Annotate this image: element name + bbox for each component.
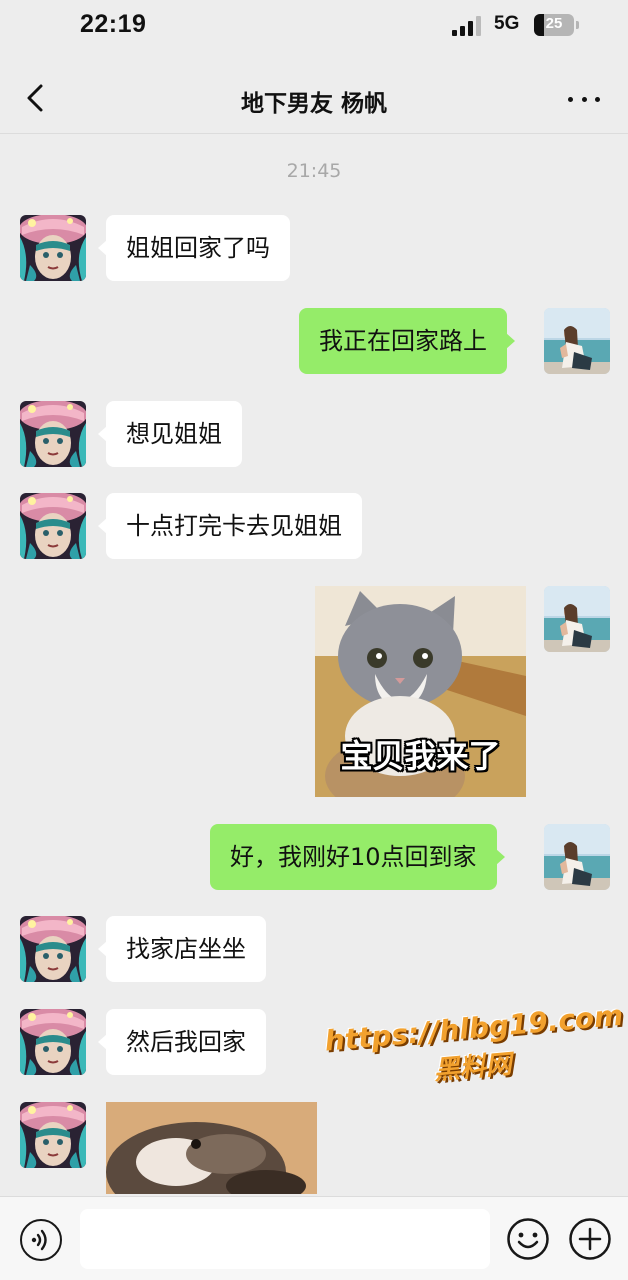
- voice-button[interactable]: [20, 1219, 62, 1261]
- network-label: 5G: [494, 13, 520, 34]
- chat-timestamp: 21:45: [286, 160, 342, 182]
- message-input[interactable]: [80, 1209, 490, 1269]
- battery-icon: 25: [534, 14, 574, 36]
- voice-icon: [31, 1229, 47, 1251]
- more-dots-icon: [568, 96, 573, 102]
- battery-level: 25: [545, 15, 563, 32]
- contact-avatar[interactable]: [20, 916, 86, 982]
- contact-avatar[interactable]: [20, 493, 86, 559]
- message-bubble-outgoing[interactable]: 我正在回家路上: [299, 308, 515, 374]
- message-bubble-incoming[interactable]: 找家店坐坐: [98, 916, 266, 982]
- plus-button[interactable]: [568, 1217, 612, 1261]
- message-bubble-outgoing[interactable]: 好，我刚好10点回到家: [210, 824, 505, 890]
- signal-icon: [452, 16, 482, 36]
- status-time: 22:19: [80, 10, 147, 38]
- watermark: https://hlbg19.com 黑料网: [323, 999, 624, 1096]
- sticker-caption: 宝贝我来了: [340, 737, 501, 775]
- contact-avatar[interactable]: [20, 401, 86, 467]
- emoji-icon: [507, 1218, 549, 1260]
- hamster-photo: [106, 1102, 317, 1194]
- message-bubble-incoming[interactable]: 想见姐姐: [98, 401, 242, 467]
- plus-icon: [569, 1218, 611, 1260]
- status-bar: 22:19 5G 25: [0, 0, 628, 52]
- battery-tip: [576, 21, 579, 29]
- more-button[interactable]: [562, 84, 606, 114]
- my-avatar[interactable]: [544, 824, 610, 890]
- sticker-message[interactable]: 宝贝我来了: [315, 586, 526, 797]
- chat-header: 地下男友 杨帆: [0, 64, 628, 134]
- contact-avatar[interactable]: [20, 1102, 86, 1168]
- my-avatar[interactable]: [544, 308, 610, 374]
- message-bubble-incoming[interactable]: 然后我回家: [98, 1009, 266, 1075]
- contact-avatar[interactable]: [20, 1009, 86, 1075]
- my-avatar[interactable]: [544, 586, 610, 652]
- contact-avatar[interactable]: [20, 215, 86, 281]
- image-message[interactable]: [106, 1102, 317, 1194]
- message-bubble-incoming[interactable]: 姐姐回家了吗: [98, 215, 290, 281]
- emoji-button[interactable]: [506, 1217, 550, 1261]
- message-bubble-incoming[interactable]: 十点打完卡去见姐姐: [98, 493, 362, 559]
- chat-title: 地下男友 杨帆: [240, 91, 387, 117]
- input-bar: [0, 1196, 628, 1280]
